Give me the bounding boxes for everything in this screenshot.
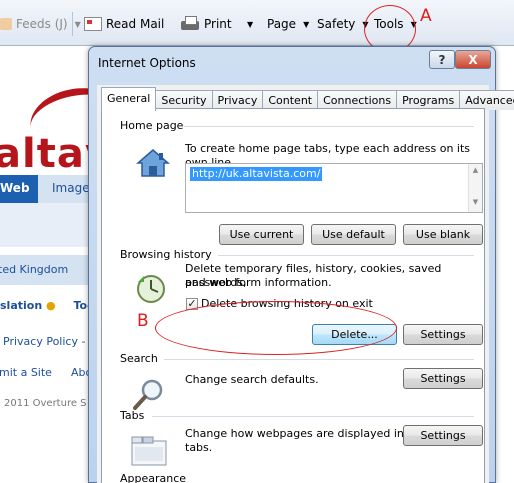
chevron-down-icon: ▼ — [247, 19, 254, 29]
use-blank-button[interactable]: Use blank — [403, 224, 483, 245]
search-description: Change search defaults. — [185, 373, 319, 386]
close-button[interactable]: X — [455, 50, 491, 69]
tab-privacy[interactable]: Privacy — [211, 90, 264, 110]
browsing-history-settings-button[interactable]: Settings — [403, 324, 483, 345]
chevron-down-icon: ▼ — [74, 19, 81, 29]
search-heading: Search — [120, 352, 158, 365]
home-page-url: http://uk.altavista.com/ — [190, 167, 323, 181]
dialog-client-area: General Security Privacy Content Connect… — [97, 85, 514, 483]
print-button[interactable]: Print — [180, 14, 232, 34]
divider — [184, 126, 474, 127]
translation-link[interactable]: slation ● Too — [0, 299, 95, 312]
tabs-description-1: Change how webpages are displayed in — [185, 427, 404, 440]
dialog-title: Internet Options — [98, 56, 196, 70]
house-icon — [136, 149, 170, 177]
read-mail-label: Read Mail — [106, 17, 165, 31]
tab-advanced[interactable]: Advanced — [459, 90, 514, 110]
home-page-textarea[interactable]: http://uk.altavista.com/ ▲ ▼ — [185, 163, 483, 213]
magnifier-icon — [133, 379, 163, 410]
annotation-label-a: A — [420, 6, 432, 26]
vertical-scrollbar[interactable]: ▲ ▼ — [468, 164, 482, 212]
tabs-icon — [131, 436, 167, 466]
browsing-history-description-2: and web form information. — [185, 276, 332, 289]
tab-general[interactable]: General — [101, 87, 157, 111]
general-tab-panel: Home page To create home page tabs, type… — [101, 108, 485, 483]
feeds-label: Feeds (J) — [16, 17, 68, 31]
country-label: ted Kingdom — [0, 255, 98, 285]
appearance-heading: Appearance — [120, 472, 187, 483]
copyright-text: 2011 Overture S — [4, 398, 87, 409]
use-current-button[interactable]: Use current — [219, 224, 304, 245]
privacy-policy-link[interactable]: Privacy Policy - — [3, 335, 85, 348]
tab-web-label: Web — [0, 181, 30, 195]
translation-link-label: slation — [0, 299, 43, 312]
close-icon: X — [468, 52, 478, 67]
annotation-ellipse-b — [155, 301, 397, 355]
background-web-page: altavi Web Images ted Kingdom slation ● … — [0, 47, 100, 483]
history-clock-icon — [137, 275, 165, 303]
use-default-button[interactable]: Use default — [311, 224, 396, 245]
tab-web[interactable]: Web — [0, 175, 38, 203]
chevron-down-icon: ▼ — [472, 198, 479, 206]
tabs-heading: Tabs — [120, 409, 145, 422]
separator — [72, 12, 73, 36]
site-logo: altavi — [0, 131, 100, 177]
print-dropdown[interactable]: ▼ — [244, 14, 253, 34]
divider — [218, 255, 474, 256]
safety-menu-label: Safety — [317, 17, 356, 31]
browser-command-bar: Feeds (J) ▼ Read Mail Print ▼ Page ▼ Saf… — [0, 0, 514, 46]
page-menu-button[interactable]: Page ▼ — [267, 14, 309, 34]
help-button[interactable]: ? — [429, 50, 455, 69]
mail-icon — [84, 17, 102, 31]
tab-security[interactable]: Security — [155, 90, 213, 110]
tab-content[interactable]: Content — [262, 90, 319, 110]
submit-site-link[interactable]: mit a Site — [0, 366, 52, 379]
babelfish-icon: ● — [46, 299, 56, 312]
read-mail-button[interactable]: Read Mail — [84, 14, 164, 34]
browsing-history-heading: Browsing history — [120, 248, 212, 261]
chevron-up-icon: ▲ — [472, 166, 479, 174]
feeds-button[interactable]: Feeds (J) ▼ — [0, 14, 81, 34]
tabs-settings-button[interactable]: Settings — [403, 425, 483, 446]
annotation-label-b: B — [137, 311, 149, 331]
internet-options-dialog: Internet Options ? X General Security Pr… — [88, 46, 514, 483]
printer-icon — [180, 16, 200, 32]
chevron-down-icon: ▼ — [303, 19, 310, 29]
search-area — [0, 203, 100, 247]
print-label: Print — [204, 17, 232, 31]
safety-menu-button[interactable]: Safety ▼ — [317, 14, 369, 34]
search-settings-button[interactable]: Settings — [403, 368, 483, 389]
page-menu-label: Page — [267, 17, 297, 31]
feeds-icon — [0, 18, 12, 30]
tab-connections[interactable]: Connections — [317, 90, 398, 110]
divider — [164, 359, 474, 360]
tabs-description-2: tabs. — [185, 441, 213, 454]
divider — [152, 416, 474, 417]
tab-programs[interactable]: Programs — [396, 90, 461, 110]
home-page-heading: Home page — [120, 119, 184, 132]
